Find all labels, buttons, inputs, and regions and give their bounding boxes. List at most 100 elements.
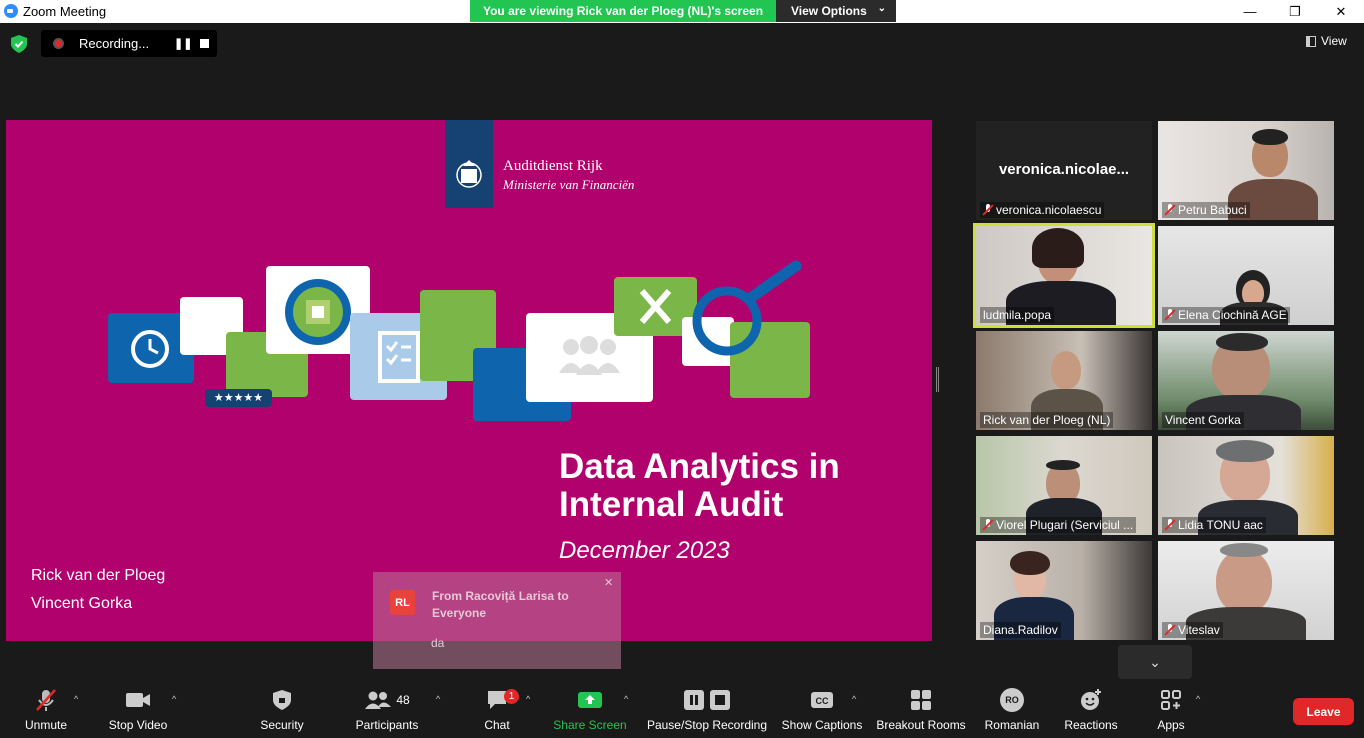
viewing-screen-banner: You are viewing Rick van der Ploeg (NL)'… (470, 0, 776, 22)
presenter-name: Vincent Gorka (31, 595, 133, 612)
participants-count: 48 (396, 693, 410, 707)
participant-tile[interactable]: Diana.Radilov (976, 541, 1152, 640)
pause-recording-icon[interactable]: ❚❚ (174, 37, 192, 50)
slide-title-line2: Internal Audit (559, 485, 784, 524)
reactions-button[interactable]: Reactions (1062, 688, 1120, 736)
sender-avatar: RL (390, 590, 415, 615)
maximize-button[interactable]: ❐ (1272, 0, 1318, 23)
participant-tile[interactable]: Viorel Plugari (Serviciul ... (976, 436, 1152, 535)
slide-title: Data Analytics in Internal Audit (559, 448, 840, 524)
participant-tile[interactable]: Petru Babuci (1158, 121, 1334, 220)
security-button[interactable]: Security (256, 688, 308, 736)
show-captions-label: Show Captions (781, 718, 863, 732)
view-layout-icon (1306, 35, 1316, 47)
apps-icon (1150, 688, 1192, 712)
participant-tile[interactable]: Viteslav (1158, 541, 1334, 640)
window-title-bar: Zoom Meeting You are viewing Rick van de… (0, 0, 1364, 23)
gallery-scroll-down-button[interactable]: ⌄ (1118, 645, 1192, 679)
crest-icon (456, 160, 482, 188)
captions-options-caret[interactable]: ^ (852, 694, 856, 704)
participant-name: Vincent Gorka (1162, 412, 1244, 428)
chat-sender: From Racoviță Larisa to Everyone (432, 589, 569, 620)
muted-mic-icon (1165, 624, 1175, 636)
participant-name: Viorel Plugari (Serviciul ... (980, 517, 1137, 533)
breakout-rooms-icon (874, 688, 968, 712)
magnifier-icon (692, 260, 802, 356)
view-options-button[interactable]: View Options ⌄ (776, 0, 896, 22)
slide-title-line1: Data Analytics in (559, 447, 840, 486)
share-screen-button[interactable]: Share Screen (552, 688, 628, 736)
participant-name: Lidia TONU aac (1162, 517, 1266, 533)
participants-options-caret[interactable]: ^ (436, 694, 440, 704)
muted-mic-icon (1165, 519, 1175, 531)
participant-big-name: veronica.nicolae... (998, 161, 1130, 178)
org-name: Auditdienst Rijk (503, 158, 603, 174)
audio-options-caret[interactable]: ^ (74, 694, 78, 704)
participant-tile-active-speaker[interactable]: ludmila.popa (973, 223, 1155, 328)
participant-tile[interactable]: Lidia TONU aac (1158, 436, 1334, 535)
unmute-button[interactable]: Unmute (18, 688, 74, 736)
stop-recording-icon[interactable] (200, 39, 209, 48)
security-shield-icon (256, 688, 308, 712)
splitter-handle[interactable] (936, 367, 939, 392)
participant-name-text: Elena Ciochină AGE (1178, 308, 1287, 322)
reactions-label: Reactions (1064, 718, 1118, 732)
participant-tile[interactable]: Elena Ciochină AGE (1158, 226, 1334, 325)
muted-mic-icon (1165, 204, 1175, 216)
muted-mic-icon (983, 519, 993, 531)
language-code: RO (1000, 688, 1024, 712)
language-label: Romanian (984, 718, 1040, 732)
participants-icon: 48 (352, 688, 422, 712)
breakout-rooms-button[interactable]: Breakout Rooms (874, 688, 968, 736)
chat-button[interactable]: 1 Chat (477, 688, 519, 736)
participant-tile[interactable]: Vincent Gorka (1158, 331, 1334, 430)
share-options-caret[interactable]: ^ (624, 694, 628, 704)
presenter-name: Rick van der Ploeg (31, 567, 166, 584)
chevron-down-icon: ⌄ (877, 3, 886, 14)
chat-notification[interactable]: RL From Racoviță Larisa to Everyone da ✕ (373, 572, 621, 669)
participant-tile[interactable]: Rick van der Ploeg (NL) (976, 331, 1152, 430)
recording-indicator: Recording... ❚❚ (41, 30, 217, 57)
pause-stop-recording-label: Pause/Stop Recording (646, 718, 768, 732)
share-screen-icon (552, 688, 628, 712)
unmute-label: Unmute (24, 718, 68, 732)
shared-screen-slide: Auditdienst Rijk Ministerie van Financië… (6, 120, 932, 641)
smiley-plus-icon (1062, 688, 1120, 712)
chat-options-caret[interactable]: ^ (526, 694, 530, 704)
recording-label: Recording... (79, 36, 150, 51)
participants-button[interactable]: 48 Participants (352, 688, 422, 736)
breakout-rooms-label: Breakout Rooms (876, 718, 966, 732)
participant-name-text: ludmila.popa (983, 308, 1052, 322)
apps-button[interactable]: Apps (1150, 688, 1192, 736)
close-icon[interactable]: ✕ (604, 576, 613, 589)
participants-label: Participants (355, 718, 419, 732)
view-layout-label: View (1321, 34, 1347, 48)
stop-video-button[interactable]: Stop Video (104, 688, 172, 736)
apps-options-caret[interactable]: ^ (1196, 694, 1200, 704)
chat-unread-badge: 1 (504, 689, 519, 704)
view-options-label: View Options (791, 4, 867, 18)
participant-name-text: Viteslav (1178, 623, 1220, 637)
participant-name: veronica.nicolaescu (980, 202, 1105, 218)
participant-name-text: Rick van der Ploeg (NL) (983, 413, 1111, 427)
view-layout-button[interactable]: View (1306, 34, 1347, 48)
share-screen-label: Share Screen (553, 718, 627, 732)
muted-mic-icon (983, 204, 993, 216)
chat-label: Chat (484, 718, 510, 732)
close-button[interactable]: ✕ (1318, 0, 1364, 23)
zoom-app-icon (4, 4, 18, 18)
participant-name: Elena Ciochină AGE (1162, 307, 1290, 323)
chevron-down-icon: ⌄ (1149, 653, 1161, 670)
participant-tile[interactable]: veronica.nicolae... veronica.nicolaescu (976, 121, 1152, 220)
video-options-caret[interactable]: ^ (172, 694, 176, 704)
minimize-button[interactable]: — (1227, 0, 1273, 23)
recording-dot-icon (53, 38, 64, 49)
svg-text:CC: CC (816, 696, 829, 706)
org-ministry: Ministerie van Financiën (503, 177, 635, 192)
language-interpretation-button[interactable]: RO Romanian (982, 688, 1042, 736)
stop-video-label: Stop Video (108, 718, 168, 732)
participant-name-text: Vincent Gorka (1165, 413, 1241, 427)
encryption-shield-icon[interactable] (11, 35, 27, 53)
pause-stop-recording-button[interactable]: Pause/Stop Recording (646, 688, 768, 736)
leave-meeting-button[interactable]: Leave (1293, 698, 1354, 725)
